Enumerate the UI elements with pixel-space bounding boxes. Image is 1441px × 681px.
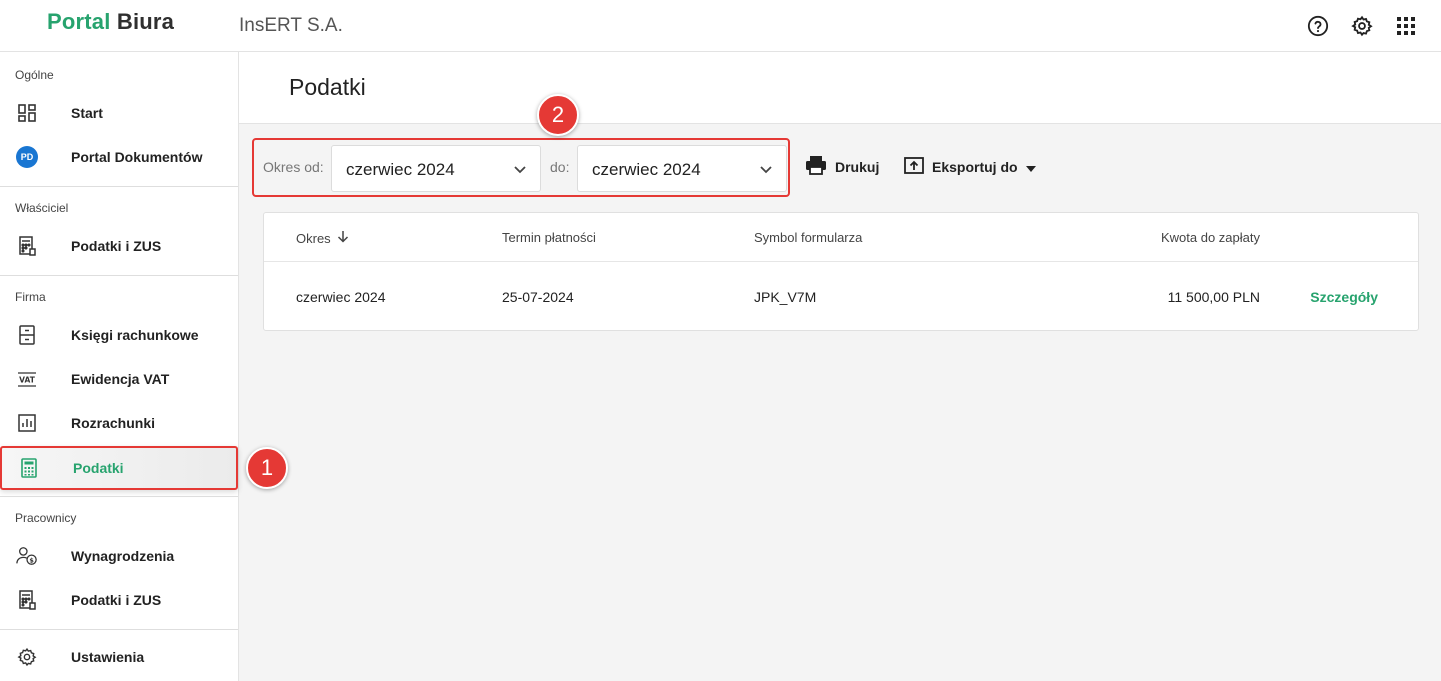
logo-portal-text: Portal	[47, 9, 111, 34]
cell-kwota: 11 500,00 PLN	[1167, 289, 1260, 305]
cell-okres: czerwiec 2024	[296, 289, 386, 305]
sidebar-item-wynagrodzenia[interactable]: $ Wynagrodzenia	[0, 534, 238, 578]
period-from-value: czerwiec 2024	[346, 160, 455, 179]
column-header-symbol[interactable]: Symbol formularza	[754, 230, 862, 245]
page-header: Podatki	[239, 52, 1441, 124]
divider	[0, 186, 238, 187]
period-from-label: Okres od:	[263, 159, 324, 175]
logo-biura-text: Biura	[116, 9, 175, 34]
salary-icon: $	[16, 545, 38, 567]
sidebar-item-podatki-i-zus-employees[interactable]: Podatki i ZUS	[0, 578, 238, 622]
period-from-select[interactable]: czerwiec 2024	[331, 145, 541, 192]
sidebar-item-label: Start	[71, 105, 103, 121]
sidebar-item-label: Portal Dokumentów	[71, 149, 203, 165]
sidebar-item-portal-dokumentow[interactable]: PD Portal Dokumentów	[0, 135, 238, 179]
sidebar-item-label: Ewidencja VAT	[71, 371, 170, 387]
section-label-ogolne: Ogólne	[15, 68, 54, 82]
sidebar-item-label: Ustawienia	[71, 649, 145, 665]
sidebar-item-label: Księgi rachunkowe	[71, 327, 199, 343]
cell-termin: 25-07-2024	[502, 289, 574, 305]
dashboard-icon	[16, 102, 38, 124]
column-header-kwota[interactable]: Kwota do zapłaty	[1161, 230, 1260, 245]
sidebar-item-podatki-i-zus-owner[interactable]: Podatki i ZUS	[0, 224, 238, 268]
section-label-firma: Firma	[15, 290, 46, 304]
bar-chart-icon	[16, 412, 38, 434]
calculator-icon	[18, 457, 40, 479]
export-button[interactable]: Eksportuj do	[904, 155, 1036, 178]
section-label-wlasciciel: Właściciel	[15, 201, 69, 215]
app-logo[interactable]: Portal Biura	[47, 9, 174, 35]
taxes-table: Okres Termin płatności Symbol formularza…	[263, 212, 1419, 331]
calculator-icon	[16, 235, 38, 257]
print-button[interactable]: Drukuj	[805, 155, 879, 178]
column-header-termin[interactable]: Termin płatności	[502, 230, 596, 245]
sidebar: Ogólne Start PD Portal Dokumentów Właści…	[0, 52, 239, 681]
divider	[0, 275, 238, 276]
arrow-down-icon	[337, 230, 349, 246]
divider	[0, 496, 238, 497]
sidebar-item-podatki[interactable]: Podatki	[0, 446, 238, 490]
sidebar-item-start[interactable]: Start	[0, 91, 238, 135]
gear-icon	[16, 646, 38, 668]
help-icon[interactable]	[1305, 13, 1331, 39]
period-to-select[interactable]: czerwiec 2024	[577, 145, 787, 192]
sidebar-item-label: Podatki i ZUS	[71, 238, 162, 254]
sidebar-item-label: Podatki i ZUS	[71, 592, 162, 608]
export-label: Eksportuj do	[932, 158, 1018, 175]
sidebar-item-label: Podatki	[73, 460, 124, 476]
pd-badge-icon: PD	[16, 146, 38, 168]
table-header: Okres Termin płatności Symbol formularza…	[264, 213, 1418, 262]
details-link[interactable]: Szczegóły	[1310, 289, 1378, 305]
calculator-p-icon	[16, 589, 38, 611]
period-to-value: czerwiec 2024	[592, 160, 701, 179]
print-label: Drukuj	[835, 158, 880, 175]
sidebar-item-ustawienia[interactable]: Ustawienia	[0, 635, 238, 679]
callout-badge-2: 2	[537, 94, 579, 136]
apps-grid-icon[interactable]	[1393, 13, 1419, 39]
settings-gear-icon[interactable]	[1349, 13, 1375, 39]
svg-text:$: $	[29, 556, 34, 564]
section-label-pracownicy: Pracownicy	[15, 511, 77, 525]
column-header-okres[interactable]: Okres	[296, 230, 349, 246]
divider	[0, 629, 238, 630]
cell-symbol: JPK_V7M	[754, 289, 817, 305]
sidebar-item-label: Rozrachunki	[71, 415, 156, 431]
callout-badge-1: 1	[246, 447, 288, 489]
caret-down-icon	[1025, 159, 1036, 175]
period-filter: Okres od: czerwiec 2024 do: czerwiec 202…	[252, 138, 790, 197]
sidebar-item-label: Wynagrodzenia	[71, 548, 175, 564]
sidebar-item-ewidencja-vat[interactable]: VAT Ewidencja VAT	[0, 357, 238, 401]
company-name: InsERT S.A.	[239, 15, 343, 36]
sidebar-item-ksiegi-rachunkowe[interactable]: Księgi rachunkowe	[0, 313, 238, 357]
top-bar: Portal Biura InsERT S.A.	[0, 0, 1441, 52]
period-to-label: do:	[550, 159, 570, 175]
svg-text:VAT: VAT	[19, 376, 36, 385]
sidebar-item-rozrachunki[interactable]: Rozrachunki	[0, 401, 238, 445]
page-title: Podatki	[289, 74, 366, 100]
chevron-down-icon	[512, 161, 528, 182]
export-icon	[904, 155, 924, 178]
ledger-icon	[16, 324, 38, 346]
vat-icon: VAT	[16, 368, 38, 390]
printer-icon	[805, 155, 827, 178]
chevron-down-icon	[758, 161, 774, 182]
